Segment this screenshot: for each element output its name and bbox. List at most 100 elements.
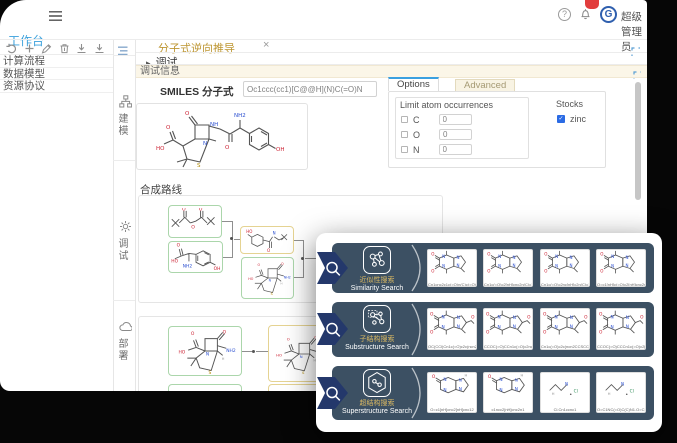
stage-item-debug[interactable]: 调试 [114, 220, 136, 262]
route-node-6apa[interactable] [168, 326, 242, 376]
add-icon[interactable] [24, 41, 37, 54]
checkbox-c[interactable] [401, 116, 408, 123]
result-card: O=c1[nH]cnc2[nH]cnc12 [427, 372, 477, 413]
element-label-c: C [413, 115, 420, 125]
molecule-structure [542, 309, 588, 339]
stocks-title: Stocks [556, 99, 583, 109]
smiles-caption: Cn1c(=O)c2[nH]cnc2n(C)c1=O [484, 282, 532, 287]
tab-options[interactable]: Options [388, 77, 439, 91]
connector-dot [230, 237, 233, 240]
molecule-structure [598, 309, 644, 339]
search-row-similarity: 近似性搜索 Similarity Search Cn1cnc2c1c(=O)n(… [332, 243, 654, 293]
edit-icon[interactable] [41, 41, 54, 54]
checkbox-zinc[interactable]: ✓ [557, 115, 565, 123]
connector [294, 240, 303, 241]
connector [305, 258, 316, 259]
debug-info-title: 调试信息 [140, 66, 180, 77]
molecule-structure [429, 373, 475, 402]
search-row-superstructure: 超结构搜索 Superstructure Search O=c1[nH]cnc2… [332, 366, 654, 420]
smiles-caption: OC(CCl)Cn1c(=O)c2c(ncn2C)n(C)c1=O [428, 344, 476, 349]
menu-icon[interactable] [48, 9, 63, 27]
search-label-zh: 超结构搜索 [338, 398, 416, 408]
gear-icon [119, 220, 132, 233]
help-icon[interactable]: ? [558, 8, 571, 21]
route-node-amine[interactable] [168, 241, 223, 273]
flow-icon [119, 95, 132, 108]
tree-item-compute-flow[interactable]: 计算流程 [0, 55, 113, 68]
result-card: c1ncc2[nH]cnc2n1 [483, 372, 533, 413]
stage-item-deploy[interactable]: 部署 [114, 320, 136, 362]
smiles-caption: CCOC(=O)CCn1c(=O)c2ncn(C)c2n(C)c1=O [484, 344, 532, 349]
connector [256, 351, 268, 352]
element-label-o: O [413, 130, 420, 140]
smiles-caption: Cl.Cn1ccnc1 [541, 407, 589, 412]
checkbox-n[interactable] [401, 146, 408, 153]
result-card: Cn1cnc2c1c(=O)n(C)c(=O)n2C [427, 249, 477, 287]
stage-item-modeling[interactable]: 建模 [114, 95, 136, 137]
molecule-structure [598, 373, 644, 402]
search-label-en: Substructure Search [338, 344, 416, 351]
avatar[interactable]: G [600, 6, 617, 23]
search-row-labels: 近似性搜索 Similarity Search [338, 243, 416, 293]
search-label-en: Superstructure Search [338, 408, 416, 415]
smiles-caption: CCOC(=O)CCCn1c(=O)c2[nH]cnc2n(C)c1=O [597, 344, 645, 349]
result-card: OC(CCl)Cn1c(=O)c2c(ncn2C)n(C)c1=O [427, 308, 477, 350]
smiles-input[interactable] [243, 81, 377, 97]
route-node-cutoff[interactable] [168, 384, 242, 391]
tab-close-icon[interactable]: × [263, 39, 269, 51]
molecule-structure [485, 309, 531, 339]
checkbox-o[interactable] [401, 131, 408, 138]
bell-icon[interactable] [579, 7, 592, 25]
result-card: CCOC(=O)CCn1c(=O)c2ncn(C)c2n(C)c1=O [483, 308, 533, 350]
element-label-n: N [413, 145, 420, 155]
result-card: CCOC(=O)CCCn1c(=O)c2[nH]cnc2n(C)c1=O [596, 308, 646, 350]
molecule-structure [137, 105, 307, 169]
connector [223, 257, 232, 258]
stock-zinc-label: zinc [570, 114, 586, 124]
molecule-preview [136, 103, 308, 170]
delete-icon[interactable] [59, 41, 72, 54]
molecule-structure [485, 373, 531, 402]
search-label-zh: 子结构搜索 [338, 334, 416, 344]
molecule-structure [598, 250, 644, 277]
molecule-structure [170, 242, 222, 272]
search-row-labels: 子结构搜索 Substructure Search [338, 302, 416, 357]
tree-item-resource-protocol[interactable]: 资源协议 [0, 80, 113, 93]
smiles-caption: Cn1c(=O)c2nc[nH]c2n(C)c1=O [541, 282, 589, 287]
route-node-intermediate[interactable] [240, 226, 294, 254]
cloud-icon [119, 320, 132, 333]
connector-dot [301, 257, 304, 260]
panel-toggle-icon[interactable] [117, 44, 129, 62]
count-input-o[interactable] [439, 129, 472, 140]
count-input-n[interactable] [439, 144, 472, 155]
connector [234, 239, 240, 240]
route-node-reagent[interactable] [168, 205, 222, 238]
molecule-structure [542, 250, 588, 277]
refresh-icon[interactable] [6, 41, 19, 54]
limit-atoms-group: Limit atom occurrences C O N [395, 97, 529, 159]
export-icon[interactable] [94, 41, 107, 54]
divider [113, 160, 135, 161]
search-row-labels: 超结构搜索 Superstructure Search [338, 366, 416, 420]
tree-item-data-model[interactable]: 数据模型 [0, 68, 113, 81]
import-icon[interactable] [76, 41, 89, 54]
stage-label: 调试 [114, 238, 129, 262]
result-card: O=c1[nH]c(=O)c2[nH]cnc2n1C [596, 249, 646, 287]
molecule-structure [243, 259, 293, 297]
result-card: Cn1c(=O)c2nc[nH]c2n(C)c1=O [540, 249, 590, 287]
notification-badge [585, 0, 599, 9]
tree-toolbar [0, 40, 113, 55]
connector [242, 351, 252, 352]
molecule-structure [169, 208, 221, 236]
divider [113, 55, 135, 56]
result-card: Cn1c(=O)c2[nH]cnc2n(C)c1=O [483, 249, 533, 287]
tree-panel: 计算流程 数据模型 资源协议 [0, 55, 113, 93]
smiles-caption: c1ncc2[nH]cnc2n1 [484, 407, 532, 412]
result-card: O=C1NC(=O)C(C)N1.O=C1NCC(=O)N1 [596, 372, 646, 413]
divider [113, 300, 135, 301]
route-node-penam[interactable] [241, 257, 294, 299]
connector-dot [252, 350, 255, 353]
scrollbar-thumb[interactable] [635, 82, 641, 200]
count-input-c[interactable] [439, 114, 472, 125]
molecule-structure [429, 309, 475, 339]
